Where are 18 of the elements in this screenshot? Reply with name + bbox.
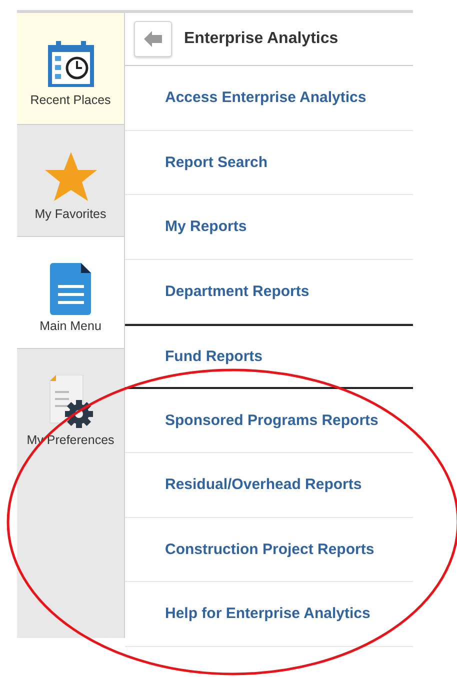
menu-link[interactable]: Access Enterprise Analytics bbox=[125, 66, 413, 130]
calendar-clock-icon bbox=[46, 39, 96, 89]
menu-link[interactable]: Department Reports bbox=[125, 260, 413, 324]
menu-link[interactable]: Construction Project Reports bbox=[125, 518, 413, 582]
menu-link[interactable]: Sponsored Programs Reports bbox=[125, 388, 413, 453]
back-arrow-icon bbox=[144, 31, 162, 47]
page-title: Enterprise Analytics bbox=[184, 30, 338, 48]
document-icon bbox=[50, 263, 92, 315]
menu-link[interactable]: Help for Enterprise Analytics bbox=[125, 582, 413, 646]
sidebar-tab[interactable]: Recent Places bbox=[17, 13, 124, 125]
menu-link[interactable]: My Reports bbox=[125, 195, 413, 260]
menu-link[interactable]: Fund Reports bbox=[125, 324, 413, 388]
menu-link[interactable]: Residual/Overhead Reports bbox=[125, 453, 413, 518]
document-gear-icon bbox=[48, 375, 94, 429]
menu-link[interactable]: Report Search bbox=[125, 130, 413, 195]
star-icon bbox=[44, 151, 98, 203]
back-button[interactable] bbox=[134, 21, 172, 57]
sidebar-tab[interactable]: Main Menu bbox=[17, 237, 124, 349]
